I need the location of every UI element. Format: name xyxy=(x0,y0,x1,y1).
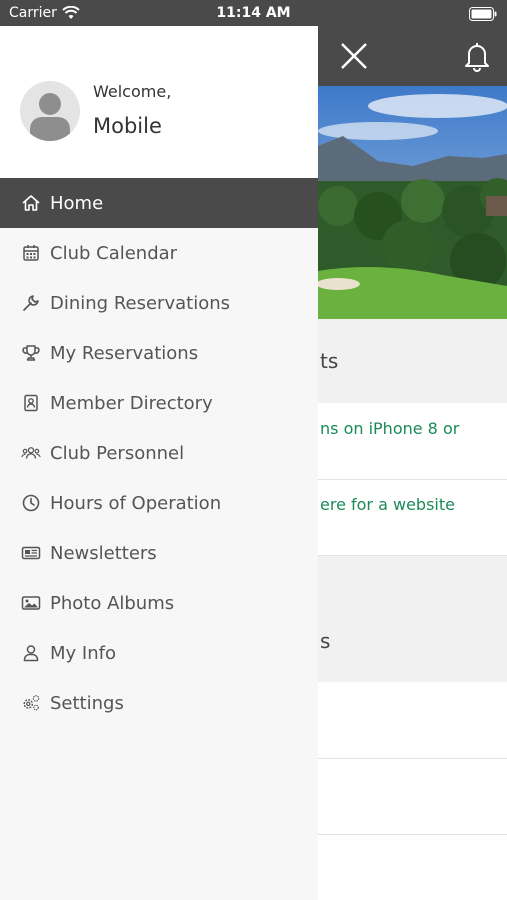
calendar-icon xyxy=(21,243,41,263)
image-icon xyxy=(21,593,41,613)
menu-item-club-calendar[interactable]: Club Calendar xyxy=(0,228,318,278)
menu-item-label: Club Personnel xyxy=(50,442,185,464)
list-item[interactable] xyxy=(318,403,507,480)
trophy-icon xyxy=(21,343,41,363)
menu-item-dining-reservations[interactable]: Dining Reservations xyxy=(0,278,318,328)
people-icon xyxy=(21,443,41,463)
menu-item-label: Club Calendar xyxy=(50,242,178,264)
menu-item-newsletters[interactable]: Newsletters xyxy=(0,528,318,578)
menu-item-my-info[interactable]: My Info xyxy=(0,628,318,678)
profile-header: Welcome, Mobile xyxy=(0,26,318,178)
menu-item-label: Hours of Operation xyxy=(50,492,222,514)
status-bar: Carrier 11:14 AM xyxy=(0,0,507,26)
menu-item-member-directory[interactable]: Member Directory xyxy=(0,378,318,428)
battery-icon xyxy=(469,6,497,25)
close-icon[interactable] xyxy=(338,40,370,76)
menu-item-label: Member Directory xyxy=(50,392,213,414)
drawer-menu: Home Club Calendar Dining Reservations M… xyxy=(0,178,318,728)
hero-image xyxy=(318,86,507,319)
newspaper-icon xyxy=(21,543,41,563)
wrench-icon xyxy=(21,293,41,313)
list-item[interactable] xyxy=(318,480,507,556)
section-header-1 xyxy=(318,319,507,403)
menu-item-settings[interactable]: Settings xyxy=(0,678,318,728)
menu-item-label: Newsletters xyxy=(50,542,157,564)
news-link-1[interactable]: ns on iPhone 8 or xyxy=(320,419,459,438)
home-icon xyxy=(21,193,41,213)
news-link-2[interactable]: ere for a website xyxy=(320,495,455,514)
menu-item-label: My Reservations xyxy=(50,342,199,364)
menu-item-label: Dining Reservations xyxy=(50,292,230,314)
list-item[interactable] xyxy=(318,759,507,835)
username: Mobile xyxy=(93,114,162,138)
bell-icon[interactable] xyxy=(461,40,493,76)
menu-item-hours-of-operation[interactable]: Hours of Operation xyxy=(0,478,318,528)
gears-icon xyxy=(21,693,41,713)
section-title-2: s xyxy=(320,629,331,653)
contact-book-icon xyxy=(21,393,41,413)
menu-item-label: My Info xyxy=(50,642,116,664)
list-item[interactable] xyxy=(318,683,507,759)
section-header-2 xyxy=(318,556,507,682)
avatar[interactable] xyxy=(20,81,80,141)
side-drawer: Welcome, Mobile Home Club Calendar Dinin… xyxy=(0,26,318,900)
menu-item-my-reservations[interactable]: My Reservations xyxy=(0,328,318,378)
menu-item-club-personnel[interactable]: Club Personnel xyxy=(0,428,318,478)
clock-icon xyxy=(21,493,41,513)
section-title-1: ts xyxy=(320,349,339,373)
welcome-text: Welcome, xyxy=(93,82,172,101)
user-icon xyxy=(21,643,41,663)
menu-item-home[interactable]: Home xyxy=(0,178,318,228)
menu-item-label: Settings xyxy=(50,692,124,714)
menu-item-label: Home xyxy=(50,192,104,214)
menu-item-label: Photo Albums xyxy=(50,592,175,614)
menu-item-photo-albums[interactable]: Photo Albums xyxy=(0,578,318,628)
status-time: 11:14 AM xyxy=(216,5,291,21)
